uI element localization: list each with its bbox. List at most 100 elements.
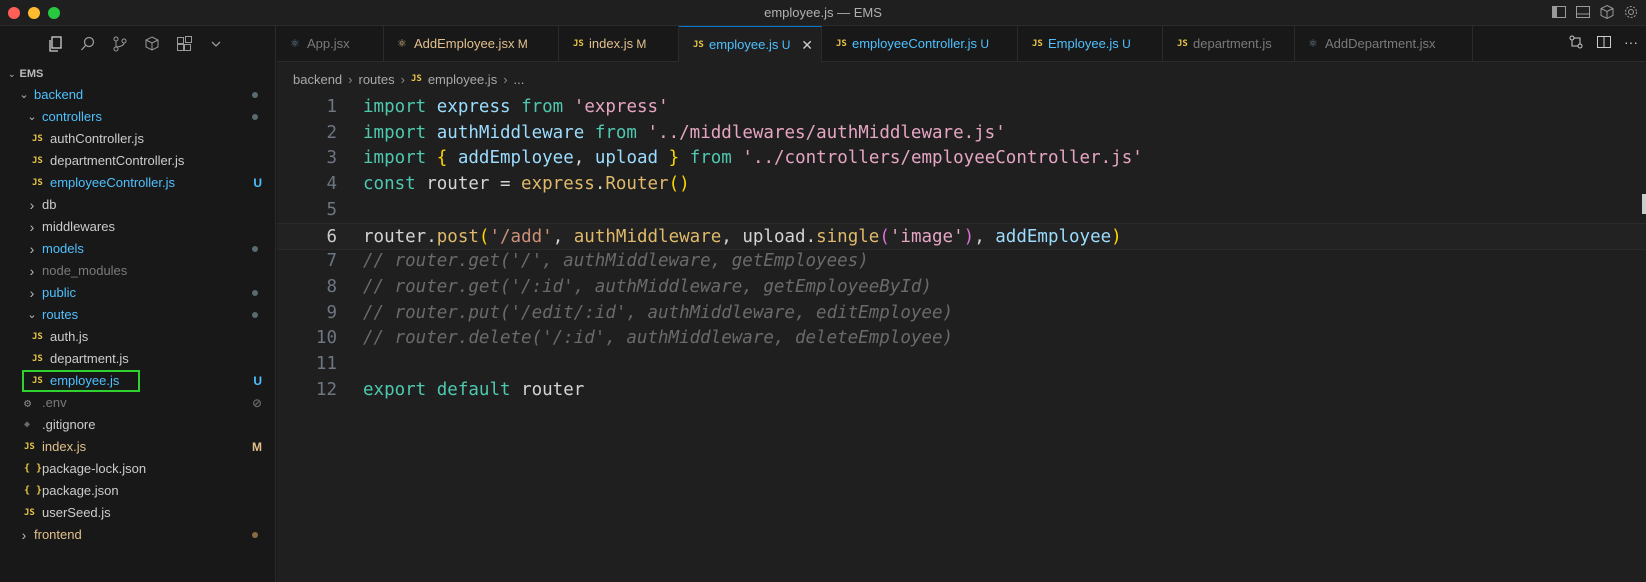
chevron-down-icon: ⌄ xyxy=(8,69,16,79)
sidebar-toolbar xyxy=(0,26,276,62)
tree-item[interactable]: JS userSeed.js xyxy=(0,502,276,524)
explorer-root-label[interactable]: ⌄ EMS xyxy=(0,64,276,84)
tree-item-label: employeeController.js xyxy=(50,175,176,190)
tree-item[interactable]: JS authController.js xyxy=(0,128,276,150)
tree-item-label: package-lock.json xyxy=(42,461,147,476)
tree-item-label: .gitignore xyxy=(42,417,96,432)
tree-item[interactable]: JS employee.js U xyxy=(0,370,276,392)
tree-item[interactable]: › frontend xyxy=(0,524,276,546)
breadcrumb-item[interactable]: ... xyxy=(514,72,525,87)
chevron-right-icon: › xyxy=(29,285,35,301)
breadcrumb-item[interactable]: employee.js xyxy=(428,72,497,87)
code-line[interactable]: 12 export default router xyxy=(277,377,1646,404)
code-line[interactable]: 5 xyxy=(277,197,1646,224)
code-line[interactable]: 2 import authMiddleware from '../middlewa… xyxy=(277,120,1646,147)
source-control-icon[interactable] xyxy=(110,34,130,54)
compare-changes-icon[interactable] xyxy=(1568,34,1584,55)
code-line[interactable]: 9 // router.put('/edit/:id', authMiddlewa… xyxy=(277,300,1646,327)
tree-item[interactable]: { } package.json xyxy=(0,480,276,502)
chevron-down-icon: ⌄ xyxy=(19,89,29,101)
toggle-panel-icon[interactable] xyxy=(1574,4,1592,22)
tab-label: index.js M xyxy=(589,36,647,51)
tree-item[interactable]: JS auth.js xyxy=(0,326,276,348)
chevron-right-icon: › xyxy=(29,263,35,279)
window-title: employee.js — EMS xyxy=(764,5,882,20)
tree-item-label: backend xyxy=(34,87,84,102)
js-file-icon: JS xyxy=(32,134,43,144)
line-number: 6 xyxy=(326,226,337,247)
tree-item[interactable]: › middlewares xyxy=(0,216,276,238)
code-text: import { addEmployee, upload } from '../… xyxy=(363,148,1143,169)
editor-tab[interactable]: ⚛ AddDepartment.jsx xyxy=(1295,26,1473,62)
js-file-icon: JS xyxy=(24,442,35,452)
editor-tab[interactable]: ⚛ App.jsx xyxy=(277,26,384,62)
chevron-right-icon: › xyxy=(21,527,27,543)
toggle-sidebar-icon[interactable] xyxy=(1550,4,1568,22)
settings-gear-icon[interactable] xyxy=(1622,4,1640,22)
explorer-sidebar: ⌄ EMS ⌄ backend ⌄ controllers JS authControlle… xyxy=(0,26,276,582)
explorer-files-icon[interactable] xyxy=(46,34,66,54)
code-line[interactable]: 10 // router.delete('/:id', authMiddlewar… xyxy=(277,325,1646,352)
js-file-icon: JS xyxy=(32,332,43,342)
more-actions-icon[interactable]: ··· xyxy=(1624,34,1638,55)
modified-dot-icon xyxy=(252,114,258,120)
tree-item[interactable]: › node_modules xyxy=(0,260,276,282)
code-line[interactable]: 1 import express from 'express' xyxy=(277,94,1646,121)
editor-tab[interactable]: JS department.js xyxy=(1163,26,1295,62)
tree-item[interactable]: ⚙ .env ⊘ xyxy=(0,392,276,414)
code-line[interactable]: 11 xyxy=(277,351,1646,378)
chevron-down-icon: ⌄ xyxy=(27,111,37,123)
tree-item[interactable]: ⌄ backend xyxy=(0,84,276,106)
code-text: router.post('/add', authMiddleware, uplo… xyxy=(363,226,1122,247)
code-line[interactable]: 8 // router.get('/:id', authMiddleware, g… xyxy=(277,274,1646,301)
run-debug-icon[interactable] xyxy=(142,34,162,54)
tree-item[interactable]: ◆ .gitignore xyxy=(0,414,276,436)
git-status-badge: ⊘ xyxy=(251,396,262,410)
extensions-cube-icon[interactable] xyxy=(1598,4,1616,22)
editor-tab[interactable]: JS employee.js U ✕ xyxy=(679,26,822,62)
tree-item[interactable]: { } package-lock.json xyxy=(0,458,276,480)
extensions-icon[interactable] xyxy=(174,34,194,54)
tab-modified-badge: U xyxy=(977,37,990,51)
tab-label: employeeController.js U xyxy=(852,36,990,51)
search-icon[interactable] xyxy=(78,34,98,54)
code-line[interactable]: 7 // router.get('/', authMiddleware, getE… xyxy=(277,248,1646,275)
code-line[interactable]: 3 import { addEmployee, upload } from '..… xyxy=(277,145,1646,172)
js-file-icon: JS xyxy=(32,354,43,364)
chevron-down-icon[interactable] xyxy=(206,34,226,54)
react-icon: ⚛ xyxy=(398,36,406,51)
selection-highlight xyxy=(22,370,140,392)
editor-tab[interactable]: JS Employee.js U xyxy=(1018,26,1163,62)
code-line[interactable]: 6 router.post('/add', authMiddleware, upl… xyxy=(277,222,1646,250)
code-line[interactable]: 4 const router = express.Router() xyxy=(277,171,1646,198)
breadcrumb-item[interactable]: routes xyxy=(359,72,395,87)
tree-item[interactable]: › models xyxy=(0,238,276,260)
editor-tab[interactable]: ⚛ AddEmployee.jsx M xyxy=(384,26,559,62)
code-text: // router.get('/:id', authMiddleware, ge… xyxy=(363,276,932,297)
tree-item[interactable]: JS departmentController.js xyxy=(0,150,276,172)
tree-item[interactable]: › db xyxy=(0,194,276,216)
tree-item[interactable]: ⌄ controllers xyxy=(0,106,276,128)
tree-item[interactable]: JS department.js xyxy=(0,348,276,370)
code-editor[interactable]: 1 import express from 'express' 2 import au… xyxy=(277,94,1646,582)
git-status-badge: U xyxy=(253,176,262,190)
chevron-right-icon: › xyxy=(503,71,508,87)
editor-tab[interactable]: JS index.js M xyxy=(559,26,679,62)
editor-tab[interactable]: JS employeeController.js U xyxy=(822,26,1018,62)
tree-item-label: department.js xyxy=(50,351,129,366)
tab-modified-badge: U xyxy=(778,38,791,52)
tree-item[interactable]: JS index.js M xyxy=(0,436,276,458)
tree-item[interactable]: › public xyxy=(0,282,276,304)
modified-dot-icon xyxy=(252,312,258,318)
tree-item-label: routes xyxy=(42,307,79,322)
modified-dot-icon xyxy=(252,290,258,296)
file-tree: ⌄ backend ⌄ controllers JS authController.js J… xyxy=(0,84,276,546)
breadcrumb-item[interactable]: backend xyxy=(293,72,342,87)
root-folder-name: EMS xyxy=(19,68,44,80)
tree-item[interactable]: ⌄ routes xyxy=(0,304,276,326)
tree-item-label: controllers xyxy=(42,109,102,124)
tree-item[interactable]: JS employeeController.js U xyxy=(0,172,276,194)
close-icon[interactable]: ✕ xyxy=(801,27,813,62)
split-editor-icon[interactable] xyxy=(1596,34,1612,55)
line-number: 11 xyxy=(315,354,337,374)
